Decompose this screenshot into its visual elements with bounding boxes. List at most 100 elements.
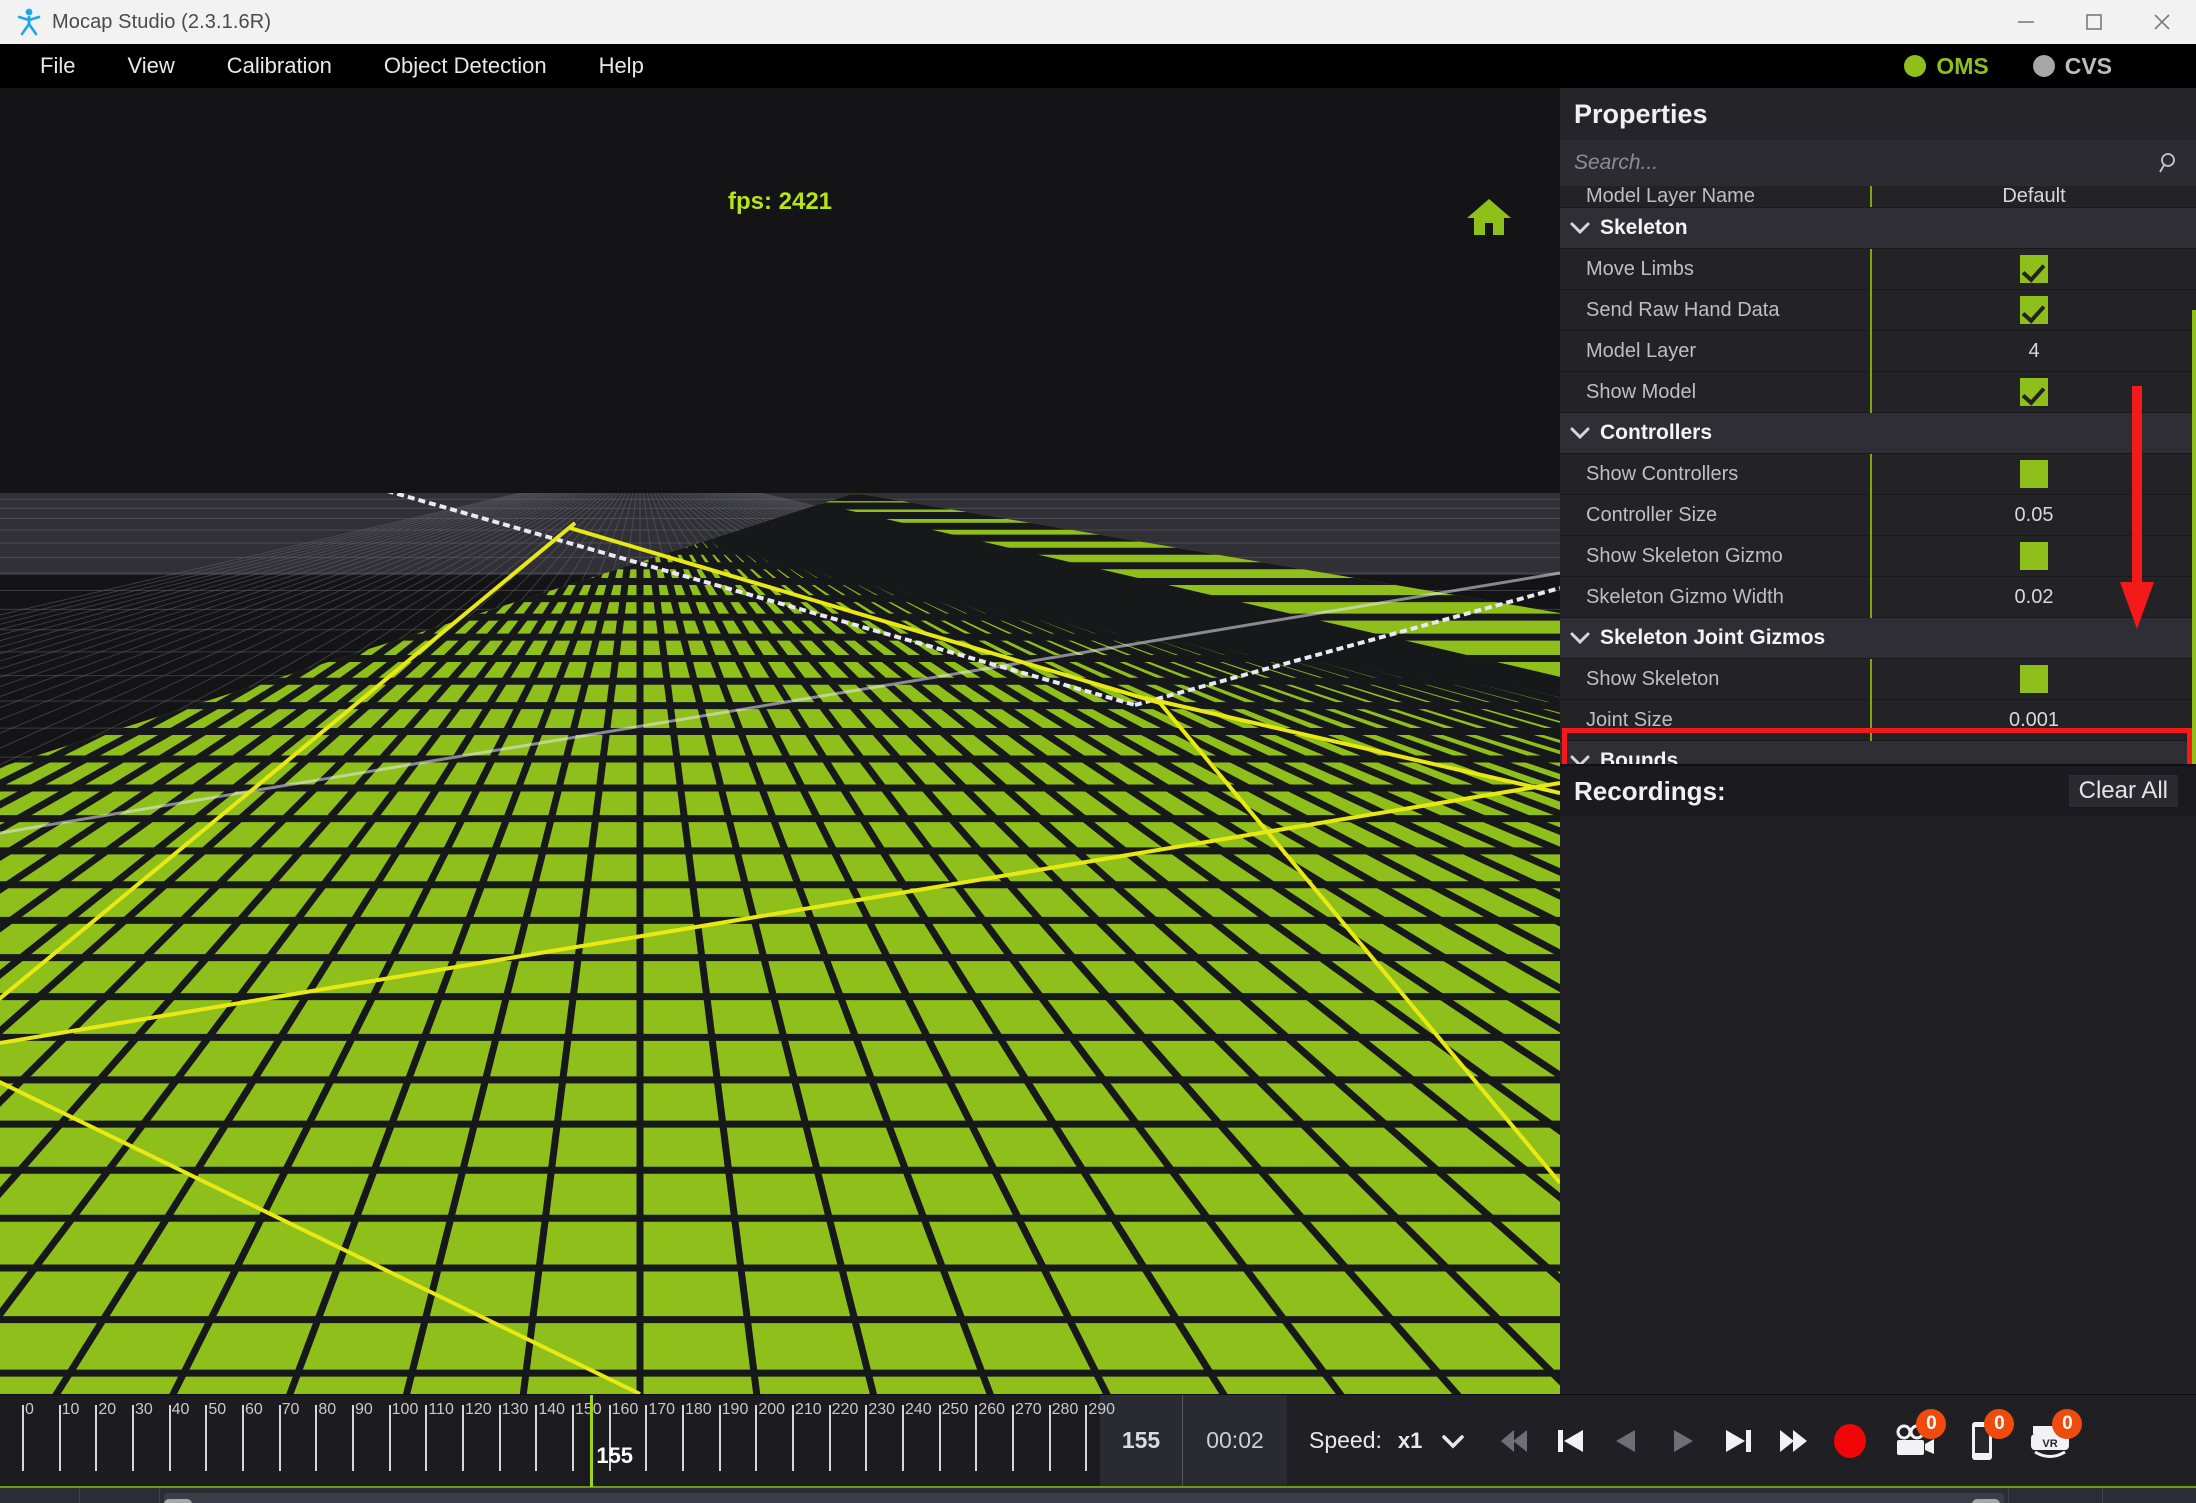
status-cvs[interactable]: CVS <box>2032 53 2112 80</box>
chevron-down-icon[interactable] <box>1560 754 1600 764</box>
timeline-tick-label: 150 <box>575 1401 602 1418</box>
clear-all-button[interactable]: Clear All <box>2068 775 2178 807</box>
app-logo-icon <box>14 7 44 37</box>
properties-search[interactable] <box>1560 140 2196 186</box>
property-row-show-controllers[interactable]: Show Controllers <box>1560 453 2196 495</box>
property-value[interactable]: 4 <box>1872 340 2196 363</box>
next-frame-button[interactable] <box>1714 1417 1762 1465</box>
recordings-header: Recordings: Clear All <box>1560 764 2196 816</box>
fps-counter: fps: 2421 <box>727 188 833 215</box>
recordings-list[interactable] <box>1560 816 2196 1394</box>
property-row-label: Show Skeleton <box>1586 667 1720 690</box>
property-row-label: Move Limbs <box>1586 257 1694 280</box>
property-row-controller-size[interactable]: Controller Size 0.05 <box>1560 494 2196 536</box>
timeline-tick-label: 100 <box>391 1401 419 1418</box>
property-group-skeleton-joint-gizmos[interactable]: Skeleton Joint Gizmos <box>1560 618 2196 659</box>
timeline-playhead[interactable] <box>590 1395 594 1487</box>
oms-label: OMS <box>1936 52 1989 79</box>
timeline-tick-label: 10 <box>61 1401 80 1418</box>
viewport-grid <box>0 493 1560 1394</box>
property-value <box>1872 255 2196 283</box>
viewport-3d[interactable]: fps: 2421 <box>0 88 1560 1394</box>
property-row-show-skeleton[interactable]: Show Skeleton <box>1560 658 2196 700</box>
skip-to-end-button[interactable] <box>1770 1417 1818 1465</box>
timeline-ruler[interactable]: 0 10 20 30 40 50 60 70 80 90 100 110 120 130 140 150 160… <box>0 1395 1115 1487</box>
property-group-bounds[interactable]: Bounds <box>1560 741 2196 764</box>
property-value[interactable]: 0.001 <box>1872 709 2196 732</box>
property-group-controllers[interactable]: Controllers <box>1560 413 2196 454</box>
timeline-tick-label: 170 <box>648 1401 676 1418</box>
checkbox-unchecked[interactable] <box>2020 542 2048 570</box>
property-group-label: Skeleton <box>1600 216 1688 239</box>
property-row-send-raw-hand-data[interactable]: Send Raw Hand Data <box>1560 289 2196 331</box>
property-value[interactable]: Default <box>1872 186 2196 207</box>
timeline-tick-label: 120 <box>465 1401 492 1418</box>
menu-item-file[interactable]: File <box>22 44 93 88</box>
property-row-label: Model Layer <box>1586 339 1697 362</box>
property-row-label: Show Controllers <box>1586 462 1739 485</box>
timeline-tick-label: 70 <box>281 1401 300 1418</box>
close-button[interactable] <box>2128 0 2196 44</box>
timeline-tick-label: 200 <box>758 1401 786 1418</box>
property-row-label: Controller Size <box>1586 503 1718 526</box>
play-button[interactable] <box>1658 1417 1706 1465</box>
recordings-title: Recordings: <box>1574 775 1726 806</box>
range-slider[interactable]: 0 300 <box>164 1493 2004 1503</box>
property-row-show-model[interactable]: Show Model <box>1560 371 2196 413</box>
checkbox-checked[interactable] <box>2020 255 2048 283</box>
search-icon <box>2159 153 2175 173</box>
home-icon[interactable] <box>1464 193 1514 239</box>
property-row-label: Model Layer Name <box>1586 186 1755 207</box>
chevron-down-icon[interactable] <box>1560 221 1600 235</box>
range-current-field[interactable]: 0 <box>80 1488 160 1503</box>
timeline-tick-label: 80 <box>318 1401 337 1418</box>
checkbox-checked[interactable] <box>2020 296 2048 324</box>
property-row-model-layer[interactable]: Model Layer 4 <box>1560 330 2196 372</box>
record-button[interactable] <box>1826 1417 1874 1465</box>
chevron-down-icon[interactable] <box>1560 426 1600 440</box>
range-start-field[interactable]: 0 <box>0 1488 80 1503</box>
range-slider-right-handle[interactable] <box>1972 1498 2000 1503</box>
checkbox-unchecked[interactable] <box>2020 665 2048 693</box>
checkbox-checked[interactable] <box>2020 378 2048 406</box>
current-time-field[interactable]: 00:02 <box>1183 1395 1287 1486</box>
property-row-move-limbs[interactable]: Move Limbs <box>1560 248 2196 290</box>
property-value <box>1872 665 2196 693</box>
menu-item-object-detection[interactable]: Object Detection <box>366 44 565 88</box>
phone-capture-button[interactable]: 0 <box>1954 1408 2015 1467</box>
range-slider-left-handle[interactable] <box>164 1498 192 1503</box>
menu-item-help[interactable]: Help <box>581 44 662 88</box>
minimize-button[interactable] <box>1992 0 2060 44</box>
vr-capture-button[interactable]: VR 0 <box>2022 1408 2083 1467</box>
chevron-down-icon[interactable] <box>1438 1431 1468 1451</box>
timeline-tick-label: 210 <box>795 1401 822 1418</box>
range-end-field-b[interactable]: 300 <box>2102 1488 2196 1503</box>
range-end-field-a[interactable]: 300 <box>2008 1488 2102 1503</box>
property-group-skeleton[interactable]: Skeleton <box>1560 208 2196 249</box>
camera-capture-badge: 0 <box>1916 1408 1947 1439</box>
skip-to-start-button[interactable] <box>1490 1417 1538 1465</box>
timeline-tick-label: 20 <box>98 1401 117 1418</box>
properties-header: Properties <box>1560 88 2196 140</box>
properties-list[interactable]: Model Layer Name Default Skeleton Move Limb… <box>1560 186 2196 764</box>
timeline-tick-label: 220 <box>831 1401 859 1418</box>
checkbox-unchecked[interactable] <box>2020 460 2048 488</box>
property-row-joint-size[interactable]: Joint Size 0.001 <box>1560 699 2196 741</box>
menu-item-calibration[interactable]: Calibration <box>209 44 350 88</box>
camera-capture-button[interactable]: 0 <box>1886 1408 1947 1467</box>
speed-control[interactable]: Speed: x1 <box>1287 1395 1490 1486</box>
maximize-button[interactable] <box>2060 0 2128 44</box>
properties-scrollbar[interactable] <box>2192 310 2196 764</box>
property-row-skeleton-gizmo-width[interactable]: Skeleton Gizmo Width 0.02 <box>1560 576 2196 618</box>
property-row-label: Show Model <box>1586 380 1697 403</box>
window-title: Mocap Studio (2.3.1.6R) <box>52 10 272 33</box>
previous-frame-button[interactable] <box>1546 1417 1594 1465</box>
property-row-show-skeleton-gizmo[interactable]: Show Skeleton Gizmo <box>1560 535 2196 577</box>
chevron-down-icon[interactable] <box>1560 631 1600 645</box>
property-row-model-layer-name[interactable]: Model Layer Name Default <box>1560 186 2196 208</box>
search-input[interactable] <box>1574 151 2158 175</box>
menu-item-view[interactable]: View <box>109 44 192 88</box>
status-oms[interactable]: OMS <box>1904 52 1989 80</box>
timeline-tick-label: 260 <box>978 1401 1006 1418</box>
step-backward-button[interactable] <box>1602 1417 1650 1465</box>
